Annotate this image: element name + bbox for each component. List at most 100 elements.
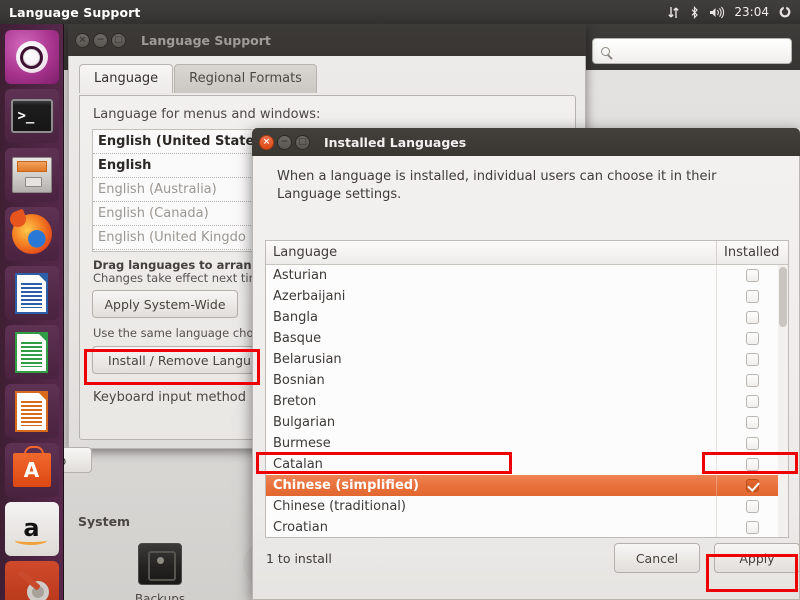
- firefox-icon: [11, 214, 52, 254]
- tab-language[interactable]: Language: [79, 64, 174, 93]
- checkbox-icon[interactable]: [746, 311, 759, 324]
- row-language-name: Basque: [273, 331, 322, 346]
- checkbox-icon[interactable]: [746, 332, 759, 345]
- install-remove-languages-button[interactable]: Install / Remove Langu: [92, 346, 267, 374]
- maximize-icon[interactable]: □: [295, 134, 310, 150]
- settings-tile-label: Backups: [134, 592, 186, 600]
- apply-button[interactable]: Apply: [714, 543, 800, 573]
- column-header-language[interactable]: Language: [266, 241, 716, 264]
- status-text: 1 to install: [266, 551, 332, 566]
- close-icon[interactable]: ×: [259, 134, 274, 150]
- checkbox-icon[interactable]: [746, 290, 759, 303]
- installed-languages-dialog: × − □ Installed Languages When a languag…: [252, 128, 800, 600]
- checkbox-icon[interactable]: [746, 395, 759, 408]
- maximize-icon[interactable]: □: [111, 32, 126, 48]
- table-body: Asturian Azerbaijani Bangla Basque Belarusia…: [266, 265, 788, 537]
- tab-regional-formats[interactable]: Regional Formats: [174, 64, 317, 93]
- table-row[interactable]: Burmese: [266, 433, 788, 454]
- row-language-name: Azerbaijani: [273, 289, 346, 304]
- minimize-icon[interactable]: −: [93, 32, 108, 48]
- launcher-item-files[interactable]: [4, 148, 59, 202]
- libreoffice-writer-icon: [15, 272, 48, 314]
- dialog-body: When a language is installed, individual…: [252, 156, 800, 600]
- panel-clock[interactable]: 23:04: [734, 5, 769, 19]
- table-row[interactable]: Bangla: [266, 307, 788, 328]
- search-icon: [601, 46, 610, 56]
- launcher-item-dash[interactable]: [4, 30, 59, 84]
- gear-icon[interactable]: [778, 5, 792, 19]
- same-choice-hint-text: Use the same language choice: [93, 326, 271, 340]
- language-support-titlebar[interactable]: × − □ Language Support: [68, 24, 586, 56]
- table-row[interactable]: Belarusian: [266, 349, 788, 370]
- drag-hint-text: Drag languages to arrange t: [93, 258, 278, 272]
- table-row[interactable]: Asturian: [266, 265, 788, 286]
- bluetooth-icon[interactable]: [689, 5, 700, 19]
- table-row[interactable]: Chinese (simplified): [266, 475, 788, 496]
- row-language-name: Croatian: [273, 520, 328, 535]
- table-row[interactable]: Bosnian: [266, 370, 788, 391]
- table-row[interactable]: Catalan: [266, 454, 788, 475]
- row-language-name: Bulgarian: [273, 415, 336, 430]
- dialog-title: Installed Languages: [324, 134, 467, 150]
- system-settings-icon: [15, 569, 49, 600]
- launcher-item-ubuntu-software[interactable]: A: [4, 443, 59, 497]
- ubuntu-desktop: System Backups Det × − □ Language Suppor…: [0, 0, 800, 600]
- libreoffice-calc-icon: [15, 331, 48, 373]
- minimize-icon[interactable]: −: [277, 134, 292, 150]
- cancel-button[interactable]: Cancel: [614, 543, 700, 573]
- row-language-name: Bangla: [273, 310, 318, 325]
- safe-icon: [112, 540, 208, 588]
- tab-bar: Language Regional Formats: [79, 64, 318, 93]
- launcher-item-system-settings[interactable]: [4, 561, 59, 600]
- table-row[interactable]: Bulgarian: [266, 412, 788, 433]
- table-header: Language Installed: [266, 241, 788, 265]
- files-icon: [11, 157, 52, 193]
- launcher-item-libreoffice-calc[interactable]: [4, 325, 59, 379]
- volume-icon[interactable]: [709, 6, 725, 19]
- launcher-item-libreoffice-impress[interactable]: [4, 384, 59, 438]
- table-row[interactable]: Basque: [266, 328, 788, 349]
- row-language-name: Breton: [273, 394, 317, 409]
- changes-hint-text: Changes take effect next tim: [93, 271, 260, 285]
- language-list-label: Language for menus and windows:: [93, 107, 321, 122]
- table-row[interactable]: Croatian: [266, 517, 788, 537]
- launcher-item-terminal[interactable]: >_: [4, 89, 59, 143]
- launcher-item-firefox[interactable]: [4, 207, 59, 261]
- checkbox-icon[interactable]: [746, 521, 759, 534]
- row-language-name: Asturian: [273, 268, 328, 283]
- row-language-name: Bosnian: [273, 373, 325, 388]
- checkbox-icon[interactable]: [746, 500, 759, 513]
- launcher-item-libreoffice-writer[interactable]: [4, 266, 59, 320]
- top-panel: Language Support 23:04: [0, 0, 800, 24]
- checkbox-icon[interactable]: [746, 437, 759, 450]
- dialog-description: When a language is installed, individual…: [277, 169, 717, 202]
- panel-app-title[interactable]: Language Support: [9, 5, 140, 20]
- scrollbar-thumb[interactable]: [779, 267, 787, 327]
- apply-system-wide-button[interactable]: Apply System-Wide: [92, 290, 238, 318]
- settings-search-input[interactable]: [592, 38, 792, 64]
- launcher-item-amazon[interactable]: a: [4, 502, 59, 556]
- table-row[interactable]: Chinese (traditional): [266, 496, 788, 517]
- checkbox-icon[interactable]: [746, 269, 759, 282]
- table-row[interactable]: Azerbaijani: [266, 286, 788, 307]
- close-icon[interactable]: ×: [75, 32, 90, 48]
- window-title: Language Support: [141, 32, 271, 48]
- settings-tile-backups[interactable]: Backups: [112, 540, 208, 600]
- dialog-titlebar[interactable]: × − □ Installed Languages: [252, 128, 800, 156]
- column-header-installed[interactable]: Installed: [716, 241, 788, 264]
- installed-languages-table[interactable]: Language Installed Asturian Azerbaijani Ba…: [265, 240, 789, 538]
- checkbox-icon[interactable]: [746, 416, 759, 429]
- network-updown-icon[interactable]: [667, 6, 680, 19]
- table-scrollbar[interactable]: [778, 265, 788, 537]
- settings-section-title: System: [78, 514, 131, 529]
- table-row[interactable]: Breton: [266, 391, 788, 412]
- checkbox-icon[interactable]: [746, 458, 759, 471]
- row-language-name: Burmese: [273, 436, 331, 451]
- checkbox-checked-icon[interactable]: [746, 479, 759, 492]
- terminal-icon: >_: [10, 99, 53, 133]
- checkbox-icon[interactable]: [746, 374, 759, 387]
- checkbox-icon[interactable]: [746, 353, 759, 366]
- row-language-name: Belarusian: [273, 352, 342, 367]
- ubuntu-software-icon: A: [12, 446, 51, 487]
- row-language-name: Chinese (traditional): [273, 499, 406, 514]
